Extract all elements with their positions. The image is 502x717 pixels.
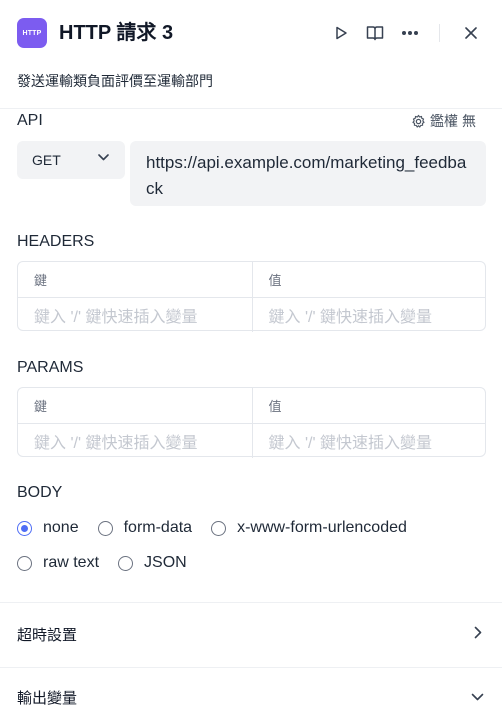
run-button[interactable] bbox=[330, 22, 352, 44]
body-option-form-data[interactable]: form-data bbox=[97, 519, 193, 537]
more-icon bbox=[402, 31, 418, 35]
auth-label: 鑑權 bbox=[430, 113, 458, 129]
body-option-label: raw text bbox=[43, 554, 100, 571]
body-label: BODY bbox=[17, 484, 63, 501]
body-option-label: x-www-form-urlencoded bbox=[237, 519, 407, 536]
chevron-right-icon bbox=[474, 626, 482, 639]
body-option-label: form-data bbox=[123, 519, 193, 536]
chevron-down-icon bbox=[98, 154, 109, 161]
node-description[interactable]: 發送運輸類負面評價至運輸部門 bbox=[17, 72, 213, 90]
http-node-icon: HTTP bbox=[17, 18, 47, 48]
output-variables-label: 輸出變量 bbox=[17, 690, 78, 707]
params-value-input[interactable]: 鍵入 '/' 鍵快速插入變量 bbox=[251, 424, 486, 458]
chevron-down-icon bbox=[471, 693, 484, 701]
book-icon bbox=[366, 26, 384, 41]
headers-key-column: 鍵 bbox=[34, 273, 48, 288]
body-option-label: JSON bbox=[144, 554, 187, 571]
divider bbox=[0, 667, 502, 668]
radio-unchecked-icon bbox=[118, 555, 134, 571]
headers-value-column: 值 bbox=[251, 262, 486, 297]
timeout-settings-section[interactable]: 超時設置 bbox=[0, 612, 502, 656]
gear-icon bbox=[412, 114, 425, 128]
radio-unchecked-icon bbox=[211, 520, 227, 536]
body-option-label: none bbox=[43, 519, 79, 536]
body-option-urlencoded[interactable]: x-www-form-urlencoded bbox=[211, 519, 407, 537]
output-variables-section[interactable]: 輸出變量 bbox=[0, 675, 502, 717]
headers-label: HEADERS bbox=[17, 233, 95, 250]
body-option-none[interactable]: none bbox=[17, 519, 79, 537]
auth-button[interactable]: 鑑權 無 bbox=[411, 111, 476, 131]
body-type-row-1: none form-data x-www-form-urlencoded bbox=[17, 519, 426, 537]
method-value: GET bbox=[32, 152, 61, 168]
radio-unchecked-icon bbox=[97, 520, 113, 536]
header-divider bbox=[439, 24, 440, 42]
radio-unchecked-icon bbox=[17, 555, 32, 571]
docs-button[interactable] bbox=[364, 22, 386, 44]
radio-checked-icon bbox=[17, 520, 32, 536]
close-icon bbox=[465, 27, 477, 39]
params-value-column: 值 bbox=[251, 388, 486, 423]
body-option-raw-text[interactable]: raw text bbox=[17, 554, 99, 572]
params-table: 鍵 值 鍵入 '/' 鍵快速插入變量 鍵入 '/' 鍵快速插入變量 bbox=[17, 387, 486, 458]
params-input-row: 鍵入 '/' 鍵快速插入變量 鍵入 '/' 鍵快速插入變量 bbox=[18, 423, 485, 458]
params-key-input[interactable]: 鍵入 '/' 鍵快速插入變量 bbox=[18, 424, 252, 458]
divider bbox=[0, 602, 502, 603]
auth-value: 無 bbox=[462, 113, 476, 129]
url-input[interactable]: https://api.example.com/marketing_feedba… bbox=[130, 141, 486, 206]
more-button[interactable] bbox=[399, 22, 421, 44]
headers-value-input[interactable]: 鍵入 '/' 鍵快速插入變量 bbox=[251, 298, 486, 332]
method-select[interactable]: GET bbox=[17, 141, 125, 179]
close-button[interactable] bbox=[460, 22, 482, 44]
panel-header: HTTP HTTP 請求 3 bbox=[0, 0, 502, 66]
body-type-row-2: raw text JSON bbox=[17, 554, 206, 572]
headers-table: 鍵 值 鍵入 '/' 鍵快速插入變量 鍵入 '/' 鍵快速插入變量 bbox=[17, 261, 486, 332]
params-key-column: 鍵 bbox=[34, 399, 48, 414]
timeout-settings-label: 超時設置 bbox=[17, 627, 78, 644]
headers-input-row: 鍵入 '/' 鍵快速插入變量 鍵入 '/' 鍵快速插入變量 bbox=[18, 297, 485, 332]
play-icon bbox=[336, 26, 347, 40]
api-label: API bbox=[17, 112, 43, 129]
headers-key-input[interactable]: 鍵入 '/' 鍵快速插入變量 bbox=[18, 298, 252, 332]
params-header-row: 鍵 值 bbox=[18, 388, 485, 423]
divider bbox=[0, 108, 502, 109]
node-title[interactable]: HTTP 請求 3 bbox=[59, 21, 173, 45]
body-option-json[interactable]: JSON bbox=[118, 554, 187, 572]
headers-header-row: 鍵 值 bbox=[18, 262, 485, 297]
params-label: PARAMS bbox=[17, 359, 84, 376]
